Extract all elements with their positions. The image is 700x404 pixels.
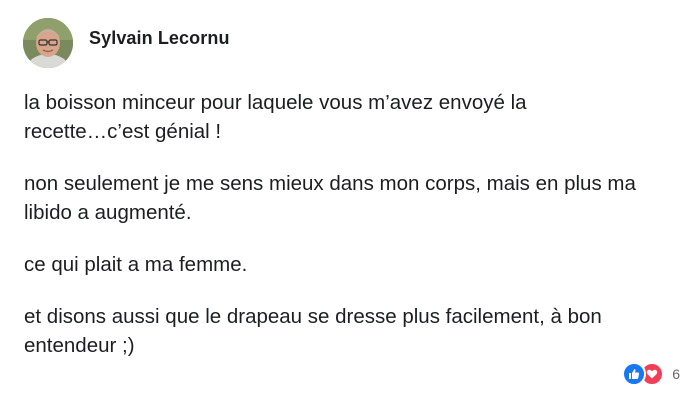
comment-paragraph: la boisson minceur pour laquele vous m’a… [24, 91, 527, 143]
post-header: Sylvain Lecornu [23, 18, 230, 68]
comment-paragraph: ce qui plait a ma femme. [24, 253, 248, 276]
comment-post: Sylvain Lecornu la boisson minceur pour … [0, 0, 700, 404]
comment-paragraph: et disons aussi que le drapeau se dresse… [24, 305, 602, 357]
reaction-count: 6 [672, 366, 680, 382]
reactions-summary[interactable]: 6 [622, 362, 680, 386]
avatar[interactable] [23, 18, 73, 68]
user-avatar-icon [23, 18, 73, 68]
author-name[interactable]: Sylvain Lecornu [89, 28, 230, 49]
comment-paragraph: non seulement je me sens mieux dans mon … [24, 172, 636, 224]
comment-body: la boisson minceur pour laquele vous m’a… [24, 88, 684, 383]
